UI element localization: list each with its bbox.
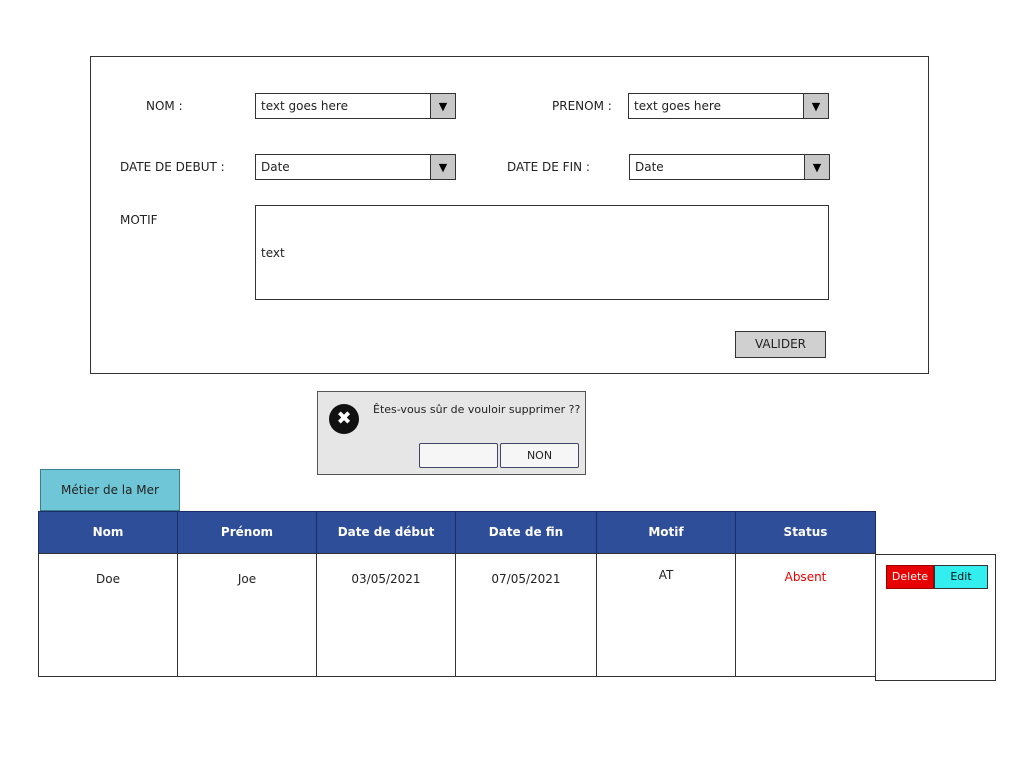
valider-button[interactable]: VALIDER [735,331,826,358]
date-debut-value: Date [261,160,290,174]
column-header-status: Status [735,511,876,554]
delete-confirm-dialog: ✖ Êtes-vous sûr de vouloir supprimer ?? … [317,391,586,475]
delete-button[interactable]: Delete [886,565,934,589]
column-header-date-debut: Date de début [316,511,456,554]
nom-dropdown[interactable]: text goes here ▼ [255,93,456,119]
prenom-value: text goes here [634,99,721,113]
column-header-prenom: Prénom [177,511,317,554]
column-header-nom: Nom [38,511,178,554]
chevron-down-icon[interactable]: ▼ [430,155,455,179]
date-debut-label: DATE DE DEBUT : [120,160,225,174]
date-fin-value: Date [635,160,664,174]
date-debut-dropdown[interactable]: Date ▼ [255,154,456,180]
date-fin-dropdown[interactable]: Date ▼ [629,154,830,180]
chevron-down-icon[interactable]: ▼ [430,94,455,118]
cell-status: Absent [735,553,876,677]
chevron-down-icon[interactable]: ▼ [803,94,828,118]
column-header-motif: Motif [596,511,736,554]
cell-motif: AT [596,553,736,677]
tab-metier-de-la-mer[interactable]: Métier de la Mer [40,469,180,511]
nom-label: NOM : [146,99,183,113]
cell-prenom: Joe [177,553,317,677]
cell-date-debut: 03/05/2021 [316,553,456,677]
chevron-down-icon[interactable]: ▼ [804,155,829,179]
motif-label: MOTIF [120,213,158,227]
dialog-cancel-button[interactable]: NON [500,443,579,468]
dialog-confirm-button[interactable] [419,443,498,468]
close-circle-icon: ✖ [329,404,359,434]
dialog-message: Êtes-vous sûr de vouloir supprimer ?? [373,403,581,416]
nom-value: text goes here [261,99,348,113]
motif-text: text [261,246,285,260]
motif-textarea[interactable]: text [255,205,829,300]
row-actions-cell: Delete Edit [875,554,996,681]
prenom-label: PRENOM : [552,99,612,113]
column-header-date-fin: Date de fin [455,511,597,554]
cell-nom: Doe [38,553,178,677]
prenom-dropdown[interactable]: text goes here ▼ [628,93,829,119]
cell-date-fin: 07/05/2021 [455,553,597,677]
edit-button[interactable]: Edit [934,565,988,589]
date-fin-label: DATE DE FIN : [507,160,590,174]
